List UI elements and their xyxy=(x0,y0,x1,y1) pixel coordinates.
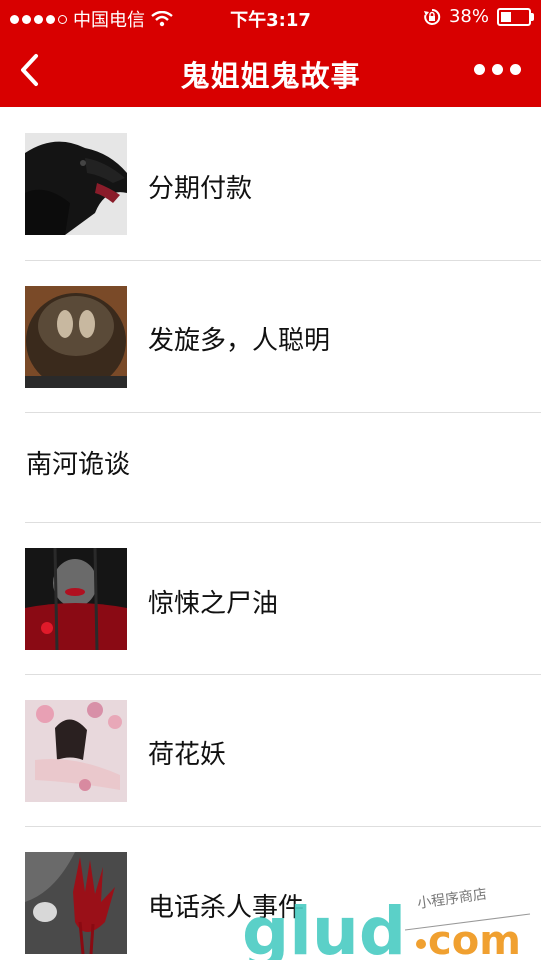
item-title: 惊悚之尸油 xyxy=(148,589,279,619)
crow-thumbnail xyxy=(25,133,127,235)
list-item[interactable]: 惊悚之尸油 xyxy=(0,522,541,675)
rotation-lock-icon xyxy=(423,8,441,25)
horror-face-thumbnail xyxy=(25,548,127,650)
battery-percent: 38% xyxy=(448,6,489,27)
top-bar: 中国电信 下午3:17 38% 鬼姐姐鬼故事 xyxy=(0,0,541,107)
status-bar: 中国电信 下午3:17 38% xyxy=(0,0,541,34)
bloody-hand-thumbnail xyxy=(25,852,127,954)
list-item[interactable]: 分期付款 xyxy=(0,107,541,261)
list-item[interactable]: 荷花妖 xyxy=(0,674,541,827)
item-title: 南河诡谈 xyxy=(26,450,131,480)
glud-watermark-logo: glud com 小程序商店 xyxy=(242,886,531,960)
list-item[interactable]: 南河诡谈 xyxy=(0,412,541,523)
item-title: 发旋多，人聪明 xyxy=(148,326,331,356)
hair-whorl-thumbnail xyxy=(25,286,127,388)
svg-text:com: com xyxy=(428,918,521,960)
watermark-tagline: 小程序商店 xyxy=(416,886,488,912)
svg-text:glud: glud xyxy=(242,893,406,960)
item-title: 荷花妖 xyxy=(148,740,227,770)
lotus-girl-thumbnail xyxy=(25,700,127,802)
battery-icon xyxy=(497,7,534,26)
list-item[interactable]: 发旋多，人聪明 xyxy=(0,260,541,413)
page-title: 鬼姐姐鬼故事 xyxy=(180,59,361,93)
more-dots-icon[interactable] xyxy=(474,64,521,75)
item-title: 分期付款 xyxy=(148,174,253,204)
navigation-bar: 鬼姐姐鬼故事 xyxy=(0,34,541,107)
